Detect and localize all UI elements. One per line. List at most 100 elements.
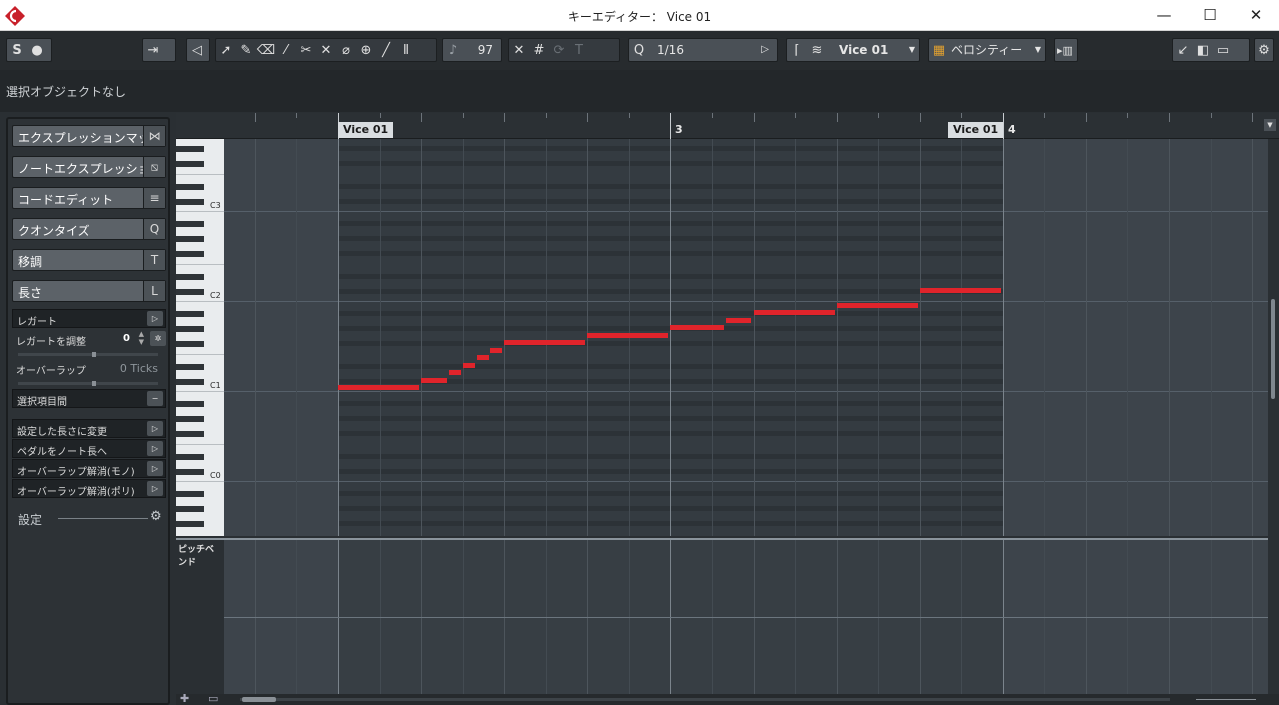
- midi-note[interactable]: [476, 355, 489, 360]
- quantize-apply-icon[interactable]: T: [569, 40, 589, 62]
- black-key[interactable]: [176, 468, 204, 475]
- action-row[interactable]: オーバーラップ解消(モノ) ▷: [12, 459, 166, 478]
- inspector-section-quantize[interactable]: クオンタイズ Q: [12, 218, 166, 240]
- draw-icon[interactable]: ✎: [236, 40, 256, 62]
- black-key[interactable]: [176, 453, 204, 460]
- part-selector[interactable]: ⌈ ≋ Vice 01 ▼: [786, 38, 920, 62]
- midi-note[interactable]: [338, 385, 420, 390]
- solo-button[interactable]: S: [7, 40, 27, 62]
- black-key[interactable]: [176, 506, 204, 512]
- selected-range-toggle[interactable]: −: [147, 391, 163, 406]
- black-key[interactable]: [176, 491, 204, 497]
- controller-lane-label[interactable]: ピッチベンド: [176, 540, 224, 694]
- slider-thumb[interactable]: [92, 381, 96, 386]
- play-icon[interactable]: ▷: [761, 39, 769, 61]
- mute-icon[interactable]: ⌀: [336, 40, 356, 62]
- piano-keyboard[interactable]: C3 C2 C1 C0: [176, 139, 224, 536]
- black-key[interactable]: [176, 221, 204, 227]
- insert-velocity-field[interactable]: ♪ 97: [442, 38, 502, 62]
- legato-apply-button[interactable]: ▷: [147, 311, 163, 326]
- scroll-thumb[interactable]: [242, 697, 276, 702]
- inspector-section-length[interactable]: 長さ L: [12, 280, 166, 302]
- black-key[interactable]: [176, 341, 204, 347]
- midi-note[interactable]: [448, 370, 461, 375]
- gear-icon[interactable]: ⚙: [150, 509, 162, 524]
- midi-note[interactable]: [490, 347, 503, 353]
- range-icon[interactable]: ⦀: [396, 40, 416, 62]
- ruler-menu-icon[interactable]: ▼: [1264, 119, 1276, 131]
- inspector-toggle-icon[interactable]: ↙: [1173, 40, 1193, 62]
- black-key[interactable]: [176, 146, 204, 152]
- midi-note[interactable]: [587, 332, 669, 338]
- action-row[interactable]: オーバーラップ解消(ポリ) ▷: [12, 479, 166, 498]
- midi-note[interactable]: [836, 302, 918, 308]
- scroll-thumb[interactable]: [1271, 299, 1275, 399]
- vertical-scrollbar[interactable]: [1268, 139, 1279, 536]
- trim-icon[interactable]: ⁄: [276, 40, 296, 62]
- inspector-section-transpose[interactable]: 移調 T: [12, 249, 166, 271]
- overlap-value[interactable]: 0 Ticks: [120, 362, 158, 375]
- black-key[interactable]: [176, 416, 204, 422]
- inspector-section-chord-edit[interactable]: コードエディット ≡: [12, 187, 166, 209]
- black-key[interactable]: [176, 288, 204, 295]
- autoscroll-button[interactable]: ⇥: [142, 38, 176, 62]
- snap-icon[interactable]: ✕: [509, 40, 529, 62]
- zoom-slider[interactable]: [1196, 699, 1256, 700]
- glue-icon[interactable]: ✕: [316, 40, 336, 62]
- inspector-section-expression-map[interactable]: エクスプレッションマップ ⋈: [12, 125, 166, 147]
- black-key[interactable]: [176, 521, 204, 527]
- erase-icon[interactable]: ⌫: [256, 40, 276, 62]
- zoom-icon[interactable]: ⊕: [356, 40, 376, 62]
- step-input-button[interactable]: ▸▥: [1054, 38, 1078, 62]
- event-start-tag[interactable]: Vice 01: [338, 122, 394, 138]
- action-row[interactable]: ペダルをノート長へ ▷: [12, 439, 166, 458]
- controller-lane[interactable]: ピッチベンド: [176, 538, 1268, 694]
- quantize-preset-field[interactable]: Q 1/16 ▷: [628, 38, 778, 62]
- legato-adjust-reset-button[interactable]: ✲: [150, 331, 166, 346]
- black-key[interactable]: [176, 431, 204, 437]
- ruler[interactable]: Vice 01 3 Vice 01 4 ▼: [176, 113, 1279, 139]
- play-icon[interactable]: ▷: [147, 481, 163, 496]
- horizontal-scrollbar[interactable]: [240, 698, 1170, 701]
- play-icon[interactable]: ▷: [147, 441, 163, 456]
- toolbar-settings-button[interactable]: ⚙: [1254, 38, 1274, 62]
- black-key[interactable]: [176, 378, 204, 385]
- overlap-slider[interactable]: [18, 381, 158, 386]
- midi-note[interactable]: [753, 310, 835, 315]
- event-color-selector[interactable]: ▦ ベロシティー ▼: [928, 38, 1046, 62]
- midi-note[interactable]: [919, 287, 1001, 293]
- legato-adjust-value[interactable]: 0: [123, 333, 130, 344]
- record-button[interactable]: ●: [27, 40, 47, 62]
- cycle-icon[interactable]: ⟳: [549, 40, 569, 62]
- close-button[interactable]: ✕: [1233, 0, 1279, 31]
- action-row[interactable]: 設定した長さに変更 ▷: [12, 419, 166, 438]
- left-zone-icon[interactable]: ◧: [1193, 40, 1213, 62]
- note-display[interactable]: [224, 139, 1268, 536]
- midi-note[interactable]: [421, 377, 447, 383]
- black-key[interactable]: [176, 273, 204, 280]
- legato-adjust-slider[interactable]: [18, 352, 158, 357]
- black-key[interactable]: [176, 363, 204, 370]
- black-key[interactable]: [176, 326, 204, 332]
- black-key[interactable]: [176, 236, 204, 242]
- black-key[interactable]: [176, 161, 204, 167]
- spinner-icon[interactable]: ▲ ▼: [139, 330, 144, 346]
- midi-note[interactable]: [462, 362, 475, 368]
- settings-row[interactable]: 設定 ⚙: [18, 509, 168, 528]
- controller-grid[interactable]: [224, 540, 1268, 694]
- split-icon[interactable]: ✂: [296, 40, 316, 62]
- event-end-tag[interactable]: Vice 01: [948, 122, 1004, 138]
- minimize-button[interactable]: —: [1141, 0, 1187, 31]
- inspector-section-note-expression[interactable]: ノートエクスプレッション ⧅: [12, 156, 166, 178]
- midi-note[interactable]: [504, 340, 586, 345]
- play-icon[interactable]: ▷: [147, 421, 163, 436]
- black-key[interactable]: [176, 401, 204, 407]
- black-key[interactable]: [176, 183, 204, 190]
- lane-preset-icon[interactable]: ▭: [208, 692, 218, 705]
- play-icon[interactable]: ▷: [147, 461, 163, 476]
- black-key[interactable]: [176, 198, 204, 205]
- black-key[interactable]: [176, 251, 204, 257]
- maximize-button[interactable]: ☐: [1187, 0, 1233, 31]
- slider-thumb[interactable]: [92, 352, 96, 357]
- grid-icon[interactable]: #: [529, 40, 549, 62]
